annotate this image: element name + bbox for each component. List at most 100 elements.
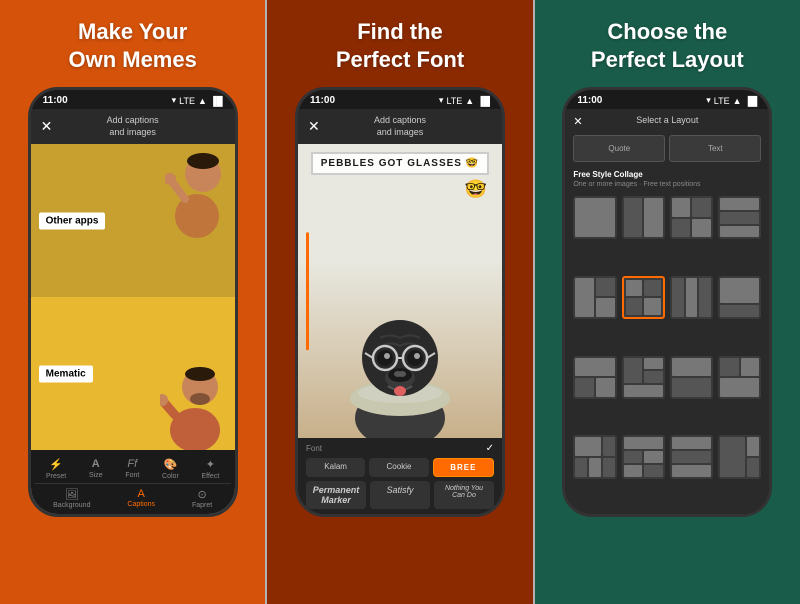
lte-icon-3: LTE	[714, 96, 730, 106]
time-1: 11:00	[43, 95, 68, 106]
time-2: 11:00	[310, 95, 335, 106]
preset-icon[interactable]: ⚡ Preset	[46, 458, 66, 480]
font-permanent-marker[interactable]: PermanentMarker	[306, 481, 366, 509]
layout-cell-2-3[interactable]	[670, 276, 713, 319]
layout-close-btn[interactable]: ✕	[573, 115, 582, 128]
layout-cell-3-2[interactable]	[622, 356, 665, 399]
battery-icon-3: ▐█	[745, 96, 758, 106]
phone3: 11:00 ▾ LTE ▲ ▐█ ✕ Select a Layout Quote…	[562, 87, 772, 517]
status-icons-1: ▾ LTE ▲ ▐█	[172, 95, 223, 106]
layout-cell-3-4[interactable]	[718, 356, 761, 399]
phone1-toolbar: ⚡ Preset A Size Ff Font 🎨 Color	[31, 450, 235, 514]
time-3: 11:00	[577, 95, 602, 106]
layout-cell-4-4[interactable]	[718, 435, 761, 478]
lte-icon-1: LTE	[179, 96, 195, 106]
font-label: Font	[306, 444, 322, 453]
meme-content: Other apps	[31, 144, 235, 514]
status-bar-2: 11:00 ▾ LTE ▲ ▐█	[298, 90, 502, 109]
tab-fapret[interactable]: ⊙ Fapret	[192, 488, 212, 509]
drake-bottom-svg	[160, 355, 230, 450]
layout-cell-2-4[interactable]	[718, 276, 761, 319]
status-icons-2: ▾ LTE ▲ ▐█	[439, 95, 490, 106]
battery-icon-1: ▐█	[210, 96, 223, 106]
status-icons-3: ▾ LTE ▲ ▐█	[706, 95, 757, 106]
app-header-1: ✕ Add captions and images	[31, 109, 235, 144]
layout-cell-1-4[interactable]	[718, 196, 761, 239]
left-border-indicator	[306, 232, 309, 349]
layout-cell-4-3[interactable]	[670, 435, 713, 478]
close-btn-1[interactable]: ✕	[41, 118, 53, 135]
layout-cell-1-2[interactable]	[622, 196, 665, 239]
panel-memes: Make Your Own Memes 11:00 ▾ LTE ▲ ▐█ ✕ A…	[0, 0, 265, 604]
font-satisfy[interactable]: Satisfy	[370, 481, 430, 509]
layout-quote-area: Quote Text	[565, 129, 769, 168]
meme-top-row: Other apps	[31, 144, 235, 297]
close-btn-2[interactable]: ✕	[308, 118, 320, 135]
quote-layout-box[interactable]: Quote	[573, 135, 665, 162]
panel-font: Find the Perfect Font 11:00 ▾ LTE ▲ ▐█ ✕…	[267, 0, 532, 604]
header-title-2: Add captions and images	[374, 115, 426, 138]
wifi-icon-2: ▾	[439, 95, 444, 106]
meme-label-top: Other apps	[39, 212, 106, 229]
text-layout-box[interactable]: Text	[669, 135, 761, 162]
font-selector[interactable]: Font ✓ Kalam Cookie BREE PermanentMarker	[298, 438, 502, 514]
signal-icon-1: ▲	[198, 96, 207, 106]
meme-container: Other apps	[31, 144, 235, 450]
layout-cell-1-1[interactable]	[573, 196, 616, 239]
panel2-title: Find the Perfect Font	[336, 18, 464, 73]
app-header-2: ✕ Add captions and images	[298, 109, 502, 144]
font-nothing[interactable]: Nothing YouCan Do	[434, 481, 494, 509]
font-options-row1: Kalam Cookie BREE	[306, 458, 494, 477]
freestyle-label: Free Style Collage	[565, 168, 769, 181]
check-icon[interactable]: ✓	[486, 443, 494, 454]
phone2-content: PEBBLES GOT GLASSES 🤓 🤓	[298, 144, 502, 514]
layout-header: ✕ Select a Layout	[565, 109, 769, 129]
font-selector-header: Font ✓	[306, 443, 494, 454]
font-cookie[interactable]: Cookie	[369, 458, 428, 477]
signal-icon-3: ▲	[733, 96, 742, 106]
layout-title: Select a Layout	[636, 115, 698, 125]
font-kalam[interactable]: Kalam	[306, 458, 365, 477]
drake-top-svg	[165, 144, 230, 239]
meme-label-bottom: Mematic	[39, 365, 93, 382]
phone1: 11:00 ▾ LTE ▲ ▐█ ✕ Add captions and imag…	[28, 87, 238, 517]
status-bar-1: 11:00 ▾ LTE ▲ ▐█	[31, 90, 235, 109]
tab-background[interactable]: 🖼 Background	[53, 488, 90, 509]
layout-cell-2-1[interactable]	[573, 276, 616, 319]
phone2: 11:00 ▾ LTE ▲ ▐█ ✕ Add captions and imag…	[295, 87, 505, 517]
effect-icon[interactable]: ✦ Effect	[202, 458, 220, 480]
pug-svg	[330, 278, 470, 438]
phone3-content: ✕ Select a Layout Quote Text Free Style …	[565, 109, 769, 514]
color-icon[interactable]: 🎨 Color	[162, 458, 179, 480]
layout-cell-1-3[interactable]	[670, 196, 713, 239]
panel3-title: Choose thePerfect Layout	[591, 18, 744, 73]
freestyle-sub: One or more images · Free text positions	[565, 181, 769, 192]
font-options-row2: PermanentMarker Satisfy Nothing YouCan D…	[306, 481, 494, 509]
meme-text-top: PEBBLES GOT GLASSES 🤓	[311, 152, 489, 175]
layout-cell-3-3[interactable]	[670, 356, 713, 399]
wifi-icon-3: ▾	[706, 95, 711, 106]
panel1-title: Make Your Own Memes	[68, 18, 196, 73]
meme-image-area: PEBBLES GOT GLASSES 🤓 🤓	[298, 144, 502, 438]
layout-cell-4-1[interactable]	[573, 435, 616, 478]
layout-cell-2-2[interactable]	[622, 276, 665, 319]
battery-icon-2: ▐█	[477, 96, 490, 106]
lte-icon-2: LTE	[446, 96, 462, 106]
size-icon[interactable]: A Size	[89, 458, 103, 480]
meme-bottom-row: Mematic	[31, 297, 235, 450]
font-icon[interactable]: Ff Font	[125, 458, 139, 480]
signal-icon-2: ▲	[465, 96, 474, 106]
header-title-1: Add captions and images	[107, 115, 159, 138]
panel-layout: Choose thePerfect Layout 11:00 ▾ LTE ▲ ▐…	[535, 0, 800, 604]
toolbar-tabs: 🖼 Background A Captions ⊙ Fapret	[35, 483, 231, 514]
pug-background: PEBBLES GOT GLASSES 🤓 🤓	[298, 144, 502, 438]
layout-cell-4-2[interactable]	[622, 435, 665, 478]
wifi-icon-1: ▾	[172, 95, 177, 106]
emoji-glasses: 🤓	[465, 179, 487, 200]
layout-grid	[565, 192, 769, 514]
layout-cell-3-1[interactable]	[573, 356, 616, 399]
tab-captions[interactable]: A Captions	[127, 488, 155, 509]
font-bree[interactable]: BREE	[433, 458, 494, 477]
toolbar-icons: ⚡ Preset A Size Ff Font 🎨 Color	[35, 455, 231, 483]
status-bar-3: 11:00 ▾ LTE ▲ ▐█	[565, 90, 769, 109]
